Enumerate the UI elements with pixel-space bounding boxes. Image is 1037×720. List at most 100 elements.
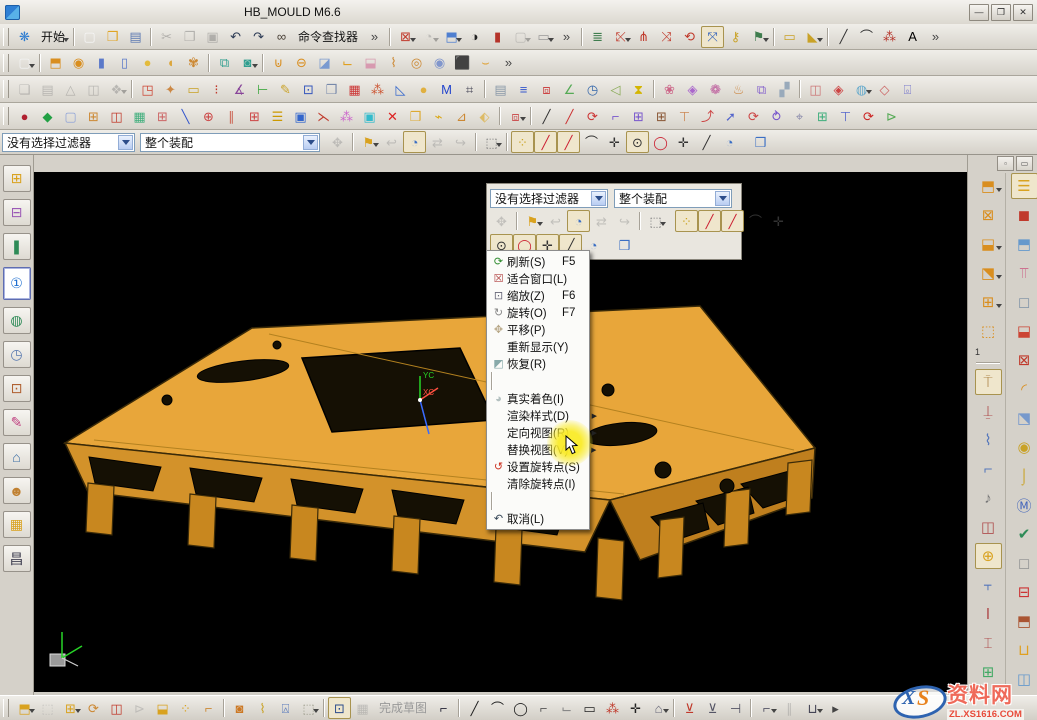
- toolbar-icon[interactable]: ⬚: [297, 697, 320, 719]
- close-button[interactable]: ✕: [1013, 4, 1033, 21]
- toolbar-icon[interactable]: [150, 28, 152, 46]
- fillet-icon[interactable]: ⌐: [532, 697, 555, 719]
- toolbar-icon[interactable]: ⊤: [673, 105, 696, 127]
- toolbar-icon[interactable]: ◙: [236, 52, 259, 74]
- toolbar-icon[interactable]: »: [497, 52, 520, 74]
- toolbar-icon[interactable]: ⌂: [647, 697, 670, 719]
- toolbar-icon[interactable]: ⊞: [59, 697, 82, 719]
- arc-icon[interactable]: ⌒: [486, 697, 509, 719]
- toolbar-icon[interactable]: ⌐: [755, 697, 778, 719]
- toolbar-icon[interactable]: ✦: [159, 78, 182, 100]
- toolbar-icon[interactable]: ▞: [773, 78, 796, 100]
- selection-icon[interactable]: ◯: [649, 131, 672, 153]
- mold-stack-icon[interactable]: ☰: [1011, 173, 1037, 199]
- palette-icon[interactable]: ⁘: [675, 210, 698, 232]
- sketch-icon[interactable]: ▢: [13, 52, 36, 74]
- toolbar-icon[interactable]: ▭: [182, 78, 205, 100]
- toolbar-icon[interactable]: ⬖: [473, 105, 496, 127]
- toolbar-icon[interactable]: ⟳: [581, 105, 604, 127]
- selection-icon[interactable]: ✥: [326, 131, 349, 153]
- nx-logo-icon[interactable]: ❋: [13, 26, 36, 48]
- toolbar-icon[interactable]: [484, 80, 486, 98]
- circle-icon[interactable]: ◯: [509, 697, 532, 719]
- selection-icon[interactable]: ❒: [749, 131, 772, 153]
- dropdown-arrow-icon[interactable]: [303, 135, 318, 150]
- sketch-in-task-icon[interactable]: ⊡: [328, 697, 351, 719]
- sphere-icon[interactable]: ●: [136, 52, 159, 74]
- menu-item[interactable]: [58, 9, 74, 15]
- toolbar-icon[interactable]: ⧈: [535, 78, 558, 100]
- toolbar-icon[interactable]: [131, 80, 133, 98]
- palette-icon[interactable]: ⬚: [644, 210, 667, 232]
- toolbar-icon[interactable]: ⊟: [1011, 579, 1037, 605]
- palette-icon[interactable]: ↩: [544, 210, 567, 232]
- selection-icon[interactable]: ⇄: [426, 131, 449, 153]
- selection-icon[interactable]: ◔: [718, 131, 741, 153]
- toolbar-icon[interactable]: ⌡: [1011, 463, 1037, 489]
- toolbar-icon[interactable]: ⊿: [450, 105, 473, 127]
- information-panel-icon[interactable]: ①: [3, 267, 31, 300]
- palette-filter-dropdown[interactable]: 没有选择过滤器: [490, 189, 608, 208]
- toolbar-icon[interactable]: ◍: [850, 78, 873, 100]
- toolbar-icon[interactable]: [799, 80, 801, 98]
- toolbar-icon[interactable]: ✛: [624, 697, 647, 719]
- toolbar-icon[interactable]: ▸: [824, 697, 847, 719]
- toolbar-icon[interactable]: Ⓜ: [1011, 492, 1037, 518]
- toolbar-icon[interactable]: [653, 80, 655, 98]
- toolbar-icon[interactable]: ◣: [801, 26, 824, 48]
- toolbar-icon[interactable]: [827, 28, 829, 46]
- toolbar-icon[interactable]: A: [901, 26, 924, 48]
- toolbar-icon[interactable]: ⬒: [975, 173, 1002, 199]
- toolbar-icon[interactable]: ⊞: [243, 105, 266, 127]
- toolbar-icon[interactable]: ⌒: [855, 26, 878, 48]
- toolbar-icon[interactable]: ⌐: [604, 105, 627, 127]
- toolbar-icon[interactable]: ⊢: [251, 78, 274, 100]
- toolbar-icon[interactable]: ≣: [586, 26, 609, 48]
- toolbar-icon[interactable]: ⤧: [701, 26, 724, 48]
- selection-icon[interactable]: ⬚: [480, 131, 503, 153]
- toolbar-icon[interactable]: ✔: [1011, 521, 1037, 547]
- toolbar-icon[interactable]: ⬒: [13, 697, 36, 719]
- toolbar-icon[interactable]: [530, 107, 532, 125]
- palette-icon[interactable]: ❒: [613, 234, 636, 256]
- selection-icon[interactable]: ✛: [672, 131, 695, 153]
- palette-icon[interactable]: ⚑: [521, 210, 544, 232]
- selection-icon[interactable]: ◔: [403, 131, 426, 153]
- selection-icon[interactable]: ⚑: [357, 131, 380, 153]
- collaboration-icon[interactable]: ☻: [3, 477, 31, 504]
- selection-icon[interactable]: [475, 133, 477, 151]
- panel-button[interactable]: ▭: [1016, 156, 1033, 171]
- menu-item[interactable]: [186, 9, 202, 15]
- toolbar-icon[interactable]: M: [435, 78, 458, 100]
- toolbar-icon[interactable]: [3, 54, 9, 72]
- cut-icon[interactable]: ✂: [155, 26, 178, 48]
- toolbar-icon[interactable]: ◔: [417, 26, 440, 48]
- menu-item-redisplay[interactable]: 重新显示(Y) ▶: [488, 338, 588, 355]
- toolbar-icon[interactable]: ▣: [358, 105, 381, 127]
- menu-item[interactable]: [218, 9, 234, 15]
- toolbar-icon[interactable]: ♨: [727, 78, 750, 100]
- materials-icon[interactable]: 昌: [3, 545, 31, 572]
- menu-item-true-shading[interactable]: ◕ 真实着色(I) ▶: [488, 390, 588, 407]
- toolbar-icon[interactable]: [3, 28, 9, 46]
- toolbar-icon[interactable]: [3, 107, 9, 125]
- toolbar-icon[interactable]: ▭: [532, 26, 555, 48]
- toolbar-icon[interactable]: ⌗: [458, 78, 481, 100]
- toolbar-icon[interactable]: [39, 54, 41, 72]
- toolbar-icon[interactable]: [389, 28, 391, 46]
- new-icon[interactable]: ▢: [78, 26, 101, 48]
- toolbar-icon[interactable]: [3, 80, 9, 98]
- toolbar-icon[interactable]: ❏: [13, 78, 36, 100]
- toolbar-icon[interactable]: ⥁: [765, 105, 788, 127]
- toolbar-icon[interactable]: ⤴: [696, 105, 719, 127]
- copy-icon[interactable]: ❐: [178, 26, 201, 48]
- toolbar-icon[interactable]: ▦: [128, 105, 151, 127]
- toolbar-icon[interactable]: ⫟: [975, 572, 1002, 598]
- toolbar-icon[interactable]: ⚑: [747, 26, 770, 48]
- toolbar-icon[interactable]: ⬓: [151, 697, 174, 719]
- menu-item-rotate[interactable]: ↻ 旋转(O) F7 ▶: [488, 304, 588, 321]
- toolbar-icon[interactable]: ▤: [36, 78, 59, 100]
- menu-item-restore[interactable]: ◩ 恢复(R) ▶: [488, 355, 588, 372]
- toolbar-icon[interactable]: ⊞: [811, 105, 834, 127]
- toolbar-icon[interactable]: ⤨: [655, 26, 678, 48]
